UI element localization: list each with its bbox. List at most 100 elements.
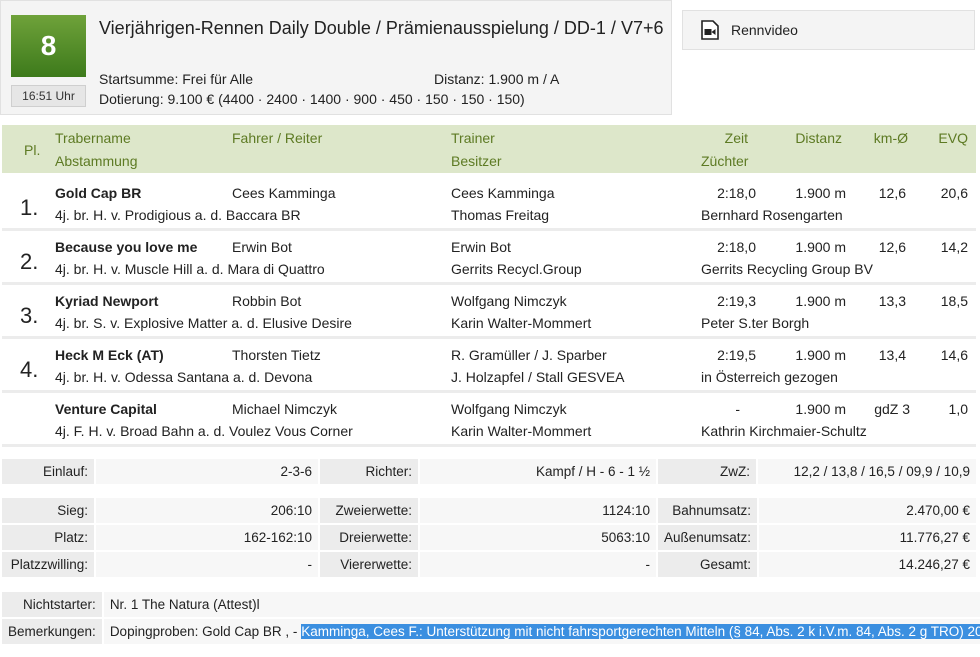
quoten-table: Sieg: 206:10 Zweierwette: 1124:10 Bahnum…	[0, 496, 978, 579]
evq: 18,5	[940, 293, 968, 309]
zuechter: Kathrin Kirchmaier-Schultz	[701, 423, 867, 439]
trainer: Cees Kamminga	[451, 185, 555, 201]
zwz-value: 12,2 / 13,8 / 16,5 / 09,9 / 10,9	[758, 459, 976, 484]
abstammung: 4j. br. H. v. Prodigious a. d. Baccara B…	[55, 207, 301, 223]
zeit: -	[735, 401, 740, 417]
zwz-label: ZwZ:	[658, 459, 756, 484]
besitzer: Karin Walter-Mommert	[451, 315, 592, 331]
besitzer: Thomas Freitag	[451, 207, 550, 223]
race-number-badge: 8	[11, 15, 86, 77]
fahrer: Erwin Bot	[232, 239, 292, 255]
horse-name[interactable]: Gold Cap BR	[55, 185, 141, 201]
besitzer: Gerrits Recycl.Group	[451, 261, 582, 277]
notes-table: Nichtstarter: Nr. 1 The Natura (Attest)l…	[0, 590, 980, 646]
dreierwette-value: 5063:10	[420, 525, 656, 550]
distanz: 1.900 m	[795, 239, 846, 255]
bemerkungen-value: Dopingproben: Gold Cap BR , - Kamminga, …	[103, 619, 980, 644]
horse-name[interactable]: Heck M Eck (AT)	[55, 347, 164, 363]
fahrer: Thorsten Tietz	[232, 347, 321, 363]
distanz: 1.900 m	[795, 401, 846, 417]
placing: 4.	[20, 357, 39, 382]
besitzer: Karin Walter-Mommert	[451, 423, 592, 439]
col-zuechter: Züchter	[701, 153, 749, 169]
trainer: Wolfgang Nimczyk	[451, 293, 567, 309]
einlauf-table: Einlauf: 2-3-6 Richter: Kampf / H - 6 - …	[0, 457, 978, 486]
dreierwette-label: Dreierwette:	[320, 525, 418, 550]
zeit: 2:18,0	[717, 239, 756, 255]
km-schnitt: gdZ 3	[874, 401, 910, 417]
col-besitzer: Besitzer	[451, 153, 502, 169]
placing: 2.	[20, 249, 39, 274]
col-trabername: Trabername	[55, 130, 131, 146]
platzzwilling-value: -	[96, 552, 318, 577]
nichtstarter-label: Nichtstarter:	[2, 592, 102, 617]
sieg-label: Sieg:	[2, 498, 94, 523]
col-evq: EVQ	[938, 130, 968, 146]
km-schnitt: 12,6	[878, 185, 906, 201]
result-row: 2. Because you love me 4j. br. H. v. Mus…	[2, 233, 976, 285]
abstammung: 4j. F. H. v. Broad Bahn a. d. Voulez Vou…	[55, 423, 353, 439]
result-row: 1. Gold Cap BR 4j. br. H. v. Prodigious …	[2, 179, 976, 231]
horse-name[interactable]: Because you love me	[55, 239, 197, 255]
zuechter: Peter S.ter Borgh	[701, 315, 810, 331]
aussenumsatz-value: 11.776,27 €	[759, 525, 976, 550]
fahrer: Michael Nimczyk	[232, 401, 338, 417]
abstammung: 4j. br. S. v. Explosive Matter a. d. Elu…	[55, 315, 352, 331]
distanz: 1.900 m	[795, 347, 846, 363]
race-header: 8 16:51 Uhr Vierjährigen-Rennen Daily Do…	[0, 0, 672, 115]
sieg-value: 206:10	[96, 498, 318, 523]
distanz: 1.900 m	[795, 293, 846, 309]
dotierung: Dotierung: 9.100 € (4400 · 2400 · 1400 ·…	[99, 91, 525, 107]
race-title: Vierjährigen-Rennen Daily Double / Prämi…	[99, 18, 664, 38]
race-time: 16:51 Uhr	[11, 85, 86, 107]
zweierwette-label: Zweierwette:	[320, 498, 418, 523]
km-schnitt: 13,4	[878, 347, 906, 363]
result-row: 3. Kyriad Newport 4j. br. S. v. Explosiv…	[2, 287, 976, 339]
placing: 3.	[20, 303, 39, 328]
platz-value: 162-162:10	[96, 525, 318, 550]
rennvideo-label: Rennvideo	[731, 22, 798, 38]
gesamt-value: 14.246,27 €	[759, 552, 976, 577]
evq: 14,2	[940, 239, 968, 255]
bemerkungen-label: Bemerkungen:	[2, 619, 102, 644]
trainer: R. Gramüller / J. Sparber	[451, 347, 607, 363]
richter-label: Richter:	[320, 459, 418, 484]
result-row: 4. Heck M Eck (AT) 4j. br. H. v. Odessa …	[2, 341, 976, 393]
einlauf-label: Einlauf:	[2, 459, 94, 484]
zeit: 2:19,5	[717, 347, 756, 363]
gesamt-label: Gesamt:	[658, 552, 758, 577]
rennvideo-button[interactable]: Rennvideo	[682, 10, 975, 50]
platz-label: Platz:	[2, 525, 94, 550]
bahnumsatz-label: Bahnumsatz:	[658, 498, 758, 523]
bahnumsatz-value: 2.470,00 €	[759, 498, 976, 523]
distanz: 1.900 m	[795, 185, 846, 201]
bemerkungen-selected-text[interactable]: Kamminga, Cees F.: Unterstützung mit nic…	[301, 624, 980, 639]
richter-value: Kampf / H - 6 - 1 ½	[420, 459, 656, 484]
besitzer: J. Holzapfel / Stall GESVEA	[451, 369, 625, 385]
horse-name[interactable]: Kyriad Newport	[55, 293, 158, 309]
col-abstammung: Abstammung	[55, 153, 138, 169]
abstammung: 4j. br. H. v. Odessa Santana a. d. Devon…	[55, 369, 313, 385]
placing: 1.	[20, 195, 39, 220]
horse-name[interactable]: Venture Capital	[55, 401, 157, 417]
evq: 20,6	[940, 185, 968, 201]
fahrer: Robbin Bot	[232, 293, 302, 309]
platzzwilling-label: Platzzwilling:	[2, 552, 94, 577]
col-zeit: Zeit	[724, 130, 748, 146]
zweierwette-value: 1124:10	[420, 498, 656, 523]
km-schnitt: 12,6	[878, 239, 906, 255]
abstammung: 4j. br. H. v. Muscle Hill a. d. Mara di …	[55, 261, 325, 277]
bemerkungen-text: Dopingproben: Gold Cap BR , -	[109, 624, 298, 639]
results-header: Pl. Trabername Abstammung Fahrer / Reite…	[2, 125, 976, 173]
col-trainer: Trainer	[451, 130, 495, 146]
evq: 1,0	[948, 401, 968, 417]
result-row: Venture Capital 4j. F. H. v. Broad Bahn …	[2, 395, 976, 447]
video-camera-icon	[701, 20, 719, 40]
distanz: Distanz: 1.900 m / A	[434, 71, 560, 87]
einlauf-value: 2-3-6	[96, 459, 318, 484]
nichtstarter-value: Nr. 1 The Natura (Attest)l	[103, 592, 980, 617]
km-schnitt: 13,3	[878, 293, 906, 309]
col-pl: Pl.	[24, 142, 41, 158]
fahrer: Cees Kamminga	[232, 185, 336, 201]
zuechter: Gerrits Recycling Group BV	[701, 261, 873, 277]
